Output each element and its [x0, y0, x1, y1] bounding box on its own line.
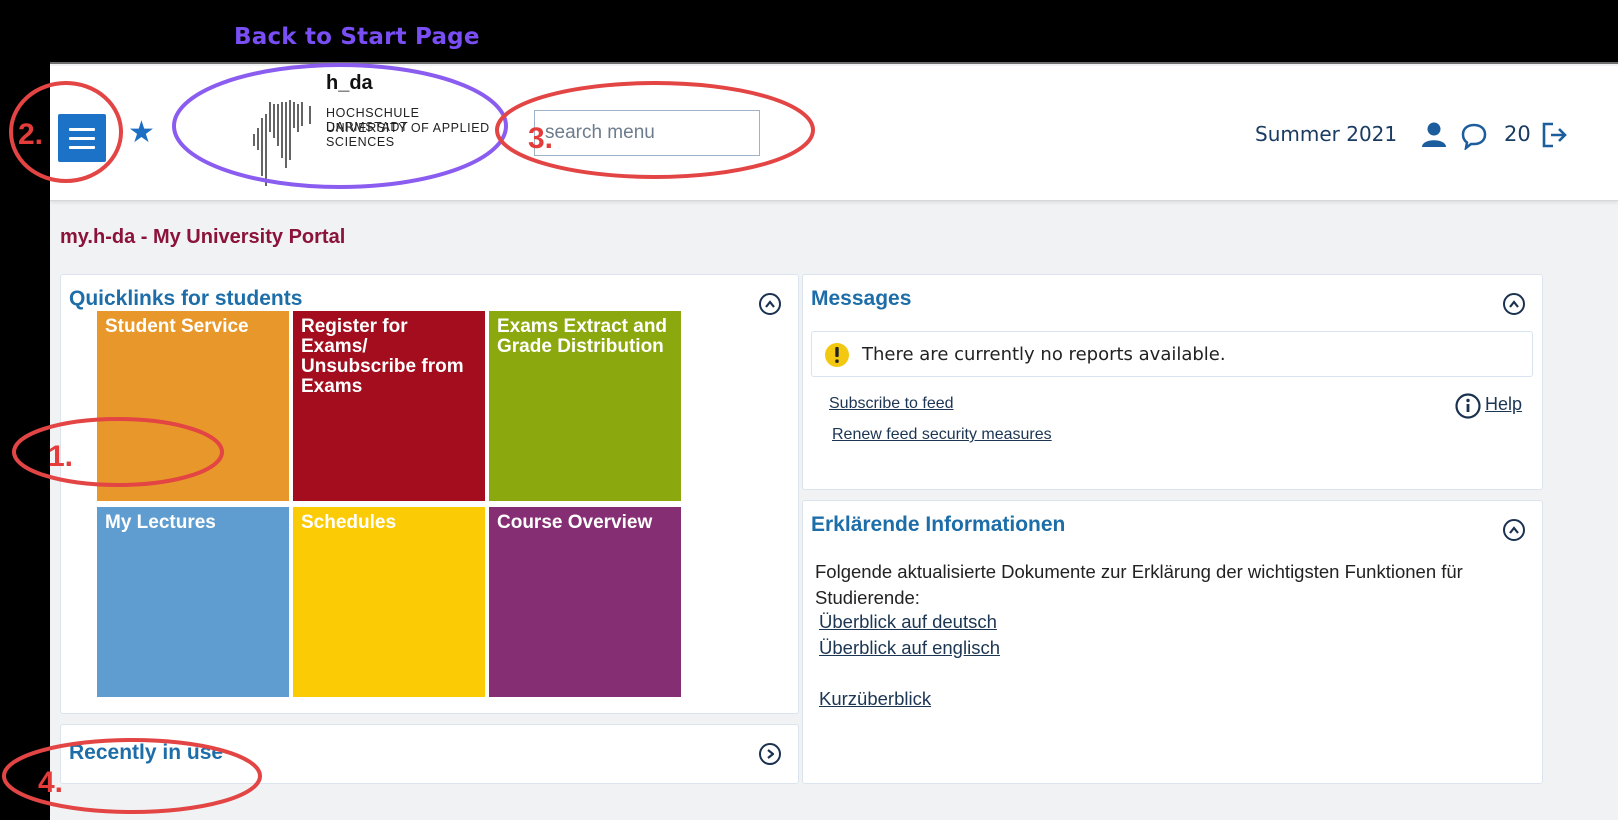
- collapse-icon[interactable]: [1503, 293, 1525, 315]
- overview-english-link[interactable]: Überblick auf englisch: [819, 637, 1000, 659]
- annotation-number-2: 2.: [18, 118, 44, 151]
- tile-schedules[interactable]: Schedules: [293, 507, 485, 697]
- back-to-start-annotation: Back to Start Page: [234, 24, 480, 50]
- annotation-number-3: 3.: [528, 122, 554, 155]
- collapse-icon[interactable]: [1503, 519, 1525, 541]
- menu-button[interactable]: [58, 114, 106, 162]
- header-bar: ★ h_da HOCHSCHULE DARMSTADT UNIVERSITY O…: [50, 66, 1618, 201]
- quicklinks-panel: Quicklinks for students Student Service …: [60, 274, 799, 714]
- logout-icon[interactable]: [1540, 120, 1570, 150]
- tile-student-service[interactable]: Student Service: [97, 311, 289, 501]
- annotation-number-1: 1.: [48, 440, 74, 473]
- tile-course-overview[interactable]: Course Overview: [489, 507, 681, 697]
- portal-window: ★ h_da HOCHSCHULE DARMSTADT UNIVERSITY O…: [50, 64, 1618, 820]
- search-menu-input[interactable]: [534, 110, 760, 156]
- subscribe-feed-link[interactable]: Subscribe to feed: [829, 395, 954, 413]
- user-icon[interactable]: [1420, 121, 1448, 149]
- semester-selector[interactable]: Summer 2021: [1255, 122, 1397, 146]
- messages-title: Messages: [811, 287, 912, 310]
- tile-my-lectures[interactable]: My Lectures: [97, 507, 289, 697]
- overview-german-link[interactable]: Überblick auf deutsch: [819, 611, 997, 633]
- logo-brand-text: h_da: [326, 72, 373, 94]
- menu-icon-bar: [69, 127, 95, 131]
- logo-line-2: UNIVERSITY OF APPLIED SCIENCES: [326, 121, 490, 149]
- chat-icon[interactable]: [1460, 122, 1488, 150]
- explanatory-info-title: Erklärende Informationen: [811, 513, 1066, 536]
- hda-logo-mark-icon: [253, 100, 311, 186]
- help-icon[interactable]: [1455, 393, 1481, 419]
- hda-logo[interactable]: h_da HOCHSCHULE DARMSTADT UNIVERSITY OF …: [200, 68, 500, 190]
- help-link[interactable]: Help: [1485, 394, 1522, 415]
- recently-in-use-panel: Recently in use: [60, 724, 799, 784]
- quicklinks-title: Quicklinks for students: [69, 287, 303, 310]
- explanatory-info-text: Folgende aktualisierte Dokumente zur Erk…: [815, 561, 1463, 608]
- message-count[interactable]: 20: [1504, 122, 1531, 146]
- messages-panel: Messages There are currently no reports …: [802, 274, 1543, 490]
- info-warning-icon: [825, 343, 849, 367]
- page-title: my.h-da - My University Portal: [60, 226, 346, 248]
- expand-icon[interactable]: [759, 743, 781, 765]
- collapse-icon[interactable]: [759, 293, 781, 315]
- tile-exams-extract[interactable]: Exams Extract and Grade Distribution: [489, 311, 681, 501]
- menu-icon-bar: [69, 136, 95, 140]
- annotation-number-4: 4.: [38, 766, 64, 799]
- recently-in-use-title[interactable]: Recently in use: [69, 741, 223, 765]
- menu-icon-bar: [69, 145, 95, 149]
- short-overview-link[interactable]: Kurzüberblick: [819, 688, 931, 710]
- explanatory-info-panel: Erklärende Informationen Folgende aktual…: [802, 500, 1543, 784]
- no-reports-notice: There are currently no reports available…: [811, 331, 1533, 377]
- renew-feed-link[interactable]: Renew feed security measures: [832, 426, 1052, 444]
- tile-register-exams[interactable]: Register for Exams/ Unsubscribe from Exa…: [293, 311, 485, 501]
- no-reports-text: There are currently no reports available…: [862, 344, 1226, 365]
- star-icon[interactable]: ★: [128, 118, 155, 148]
